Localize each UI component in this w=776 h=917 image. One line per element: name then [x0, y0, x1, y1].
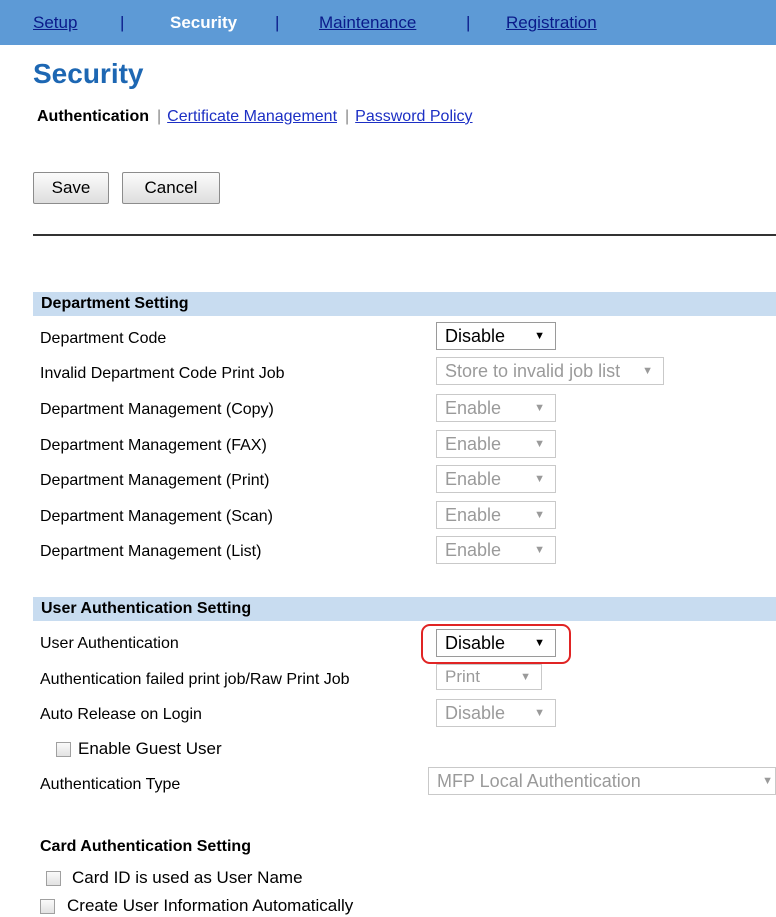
chevron-down-icon: ▼: [642, 365, 653, 377]
page-title: Security: [33, 58, 144, 89]
department-management-print-label: Department Management (Print): [40, 472, 270, 489]
auto-release-on-login-select[interactable]: Disable ▼: [436, 699, 556, 727]
subnav-separator: |: [345, 108, 350, 125]
sub-navigation: Authentication | Certificate Management | Pa…: [37, 108, 473, 126]
department-management-list-value: Enable: [445, 540, 502, 560]
nav-separator: |: [466, 13, 471, 32]
invalid-department-code-print-job-select[interactable]: Store to invalid job list ▼: [436, 357, 664, 385]
divider: [33, 234, 776, 236]
auto-release-on-login-label: Auto Release on Login: [40, 706, 202, 723]
auto-release-on-login-value: Disable: [445, 703, 506, 723]
chevron-down-icon: ▼: [534, 473, 545, 485]
chevron-down-icon: ▼: [534, 707, 545, 719]
cancel-button[interactable]: Cancel: [122, 172, 220, 204]
subnav-certificate-management-link[interactable]: Certificate Management: [167, 108, 337, 125]
department-management-fax-label: Department Management (FAX): [40, 437, 267, 454]
authentication-type-value: MFP Local Authentication: [437, 771, 641, 791]
user-authentication-setting-header: User Authentication Setting: [33, 597, 776, 621]
authentication-failed-print-job-label: Authentication failed print job/Raw Prin…: [40, 671, 350, 688]
department-management-fax-value: Enable: [445, 434, 502, 454]
card-id-user-name-checkbox[interactable]: [46, 871, 61, 886]
nav-maintenance-link[interactable]: Maintenance: [319, 12, 416, 34]
chevron-down-icon: ▼: [762, 775, 773, 787]
chevron-down-icon: ▼: [534, 544, 545, 556]
user-authentication-label: User Authentication: [40, 635, 179, 652]
enable-guest-user-label: Enable Guest User: [78, 739, 222, 758]
create-user-information-checkbox[interactable]: [40, 899, 55, 914]
department-management-list-label: Department Management (List): [40, 543, 262, 560]
department-management-copy-value: Enable: [445, 398, 502, 418]
department-management-print-select[interactable]: Enable ▼: [436, 465, 556, 493]
nav-separator: |: [275, 13, 280, 32]
department-management-fax-select[interactable]: Enable ▼: [436, 430, 556, 458]
nav-setup-link[interactable]: Setup: [33, 12, 77, 34]
department-management-copy-select[interactable]: Enable ▼: [436, 394, 556, 422]
nav-registration-link[interactable]: Registration: [506, 12, 597, 34]
card-id-user-name-label: Card ID is used as User Name: [72, 868, 303, 887]
department-management-copy-label: Department Management (Copy): [40, 401, 274, 418]
invalid-department-code-print-job-label: Invalid Department Code Print Job: [40, 365, 285, 382]
department-management-list-select[interactable]: Enable ▼: [436, 536, 556, 564]
authentication-failed-print-job-value: Print: [445, 667, 480, 686]
card-authentication-setting-header: Card Authentication Setting: [40, 838, 251, 855]
nav-separator: |: [120, 13, 125, 32]
authentication-type-label: Authentication Type: [40, 776, 181, 793]
department-setting-header: Department Setting: [33, 292, 776, 316]
invalid-department-code-print-job-value: Store to invalid job list: [445, 361, 621, 381]
department-code-value: Disable: [445, 326, 506, 346]
department-management-scan-select[interactable]: Enable ▼: [436, 501, 556, 529]
chevron-down-icon: ▼: [534, 509, 545, 521]
department-code-select[interactable]: Disable ▼: [436, 322, 556, 350]
chevron-down-icon: ▼: [520, 671, 531, 683]
department-management-scan-value: Enable: [445, 505, 502, 525]
department-code-label: Department Code: [40, 330, 167, 347]
authentication-type-select[interactable]: MFP Local Authentication ▼: [428, 767, 776, 795]
department-management-scan-label: Department Management (Scan): [40, 508, 273, 525]
chevron-down-icon: ▼: [534, 438, 545, 450]
subnav-password-policy-link[interactable]: Password Policy: [355, 108, 472, 125]
save-button[interactable]: Save: [33, 172, 109, 204]
subnav-authentication-current: Authentication: [37, 108, 149, 125]
subnav-separator: |: [157, 108, 162, 125]
highlight-outline: [421, 624, 571, 664]
department-management-print-value: Enable: [445, 469, 502, 489]
create-user-information-label: Create User Information Automatically: [67, 896, 354, 915]
chevron-down-icon: ▼: [534, 402, 545, 414]
enable-guest-user-checkbox[interactable]: [56, 742, 71, 757]
nav-security-link[interactable]: Security: [170, 12, 237, 34]
chevron-down-icon: ▼: [534, 330, 545, 342]
authentication-failed-print-job-select[interactable]: Print ▼: [436, 664, 542, 690]
top-nav-bar: Setup | Security | Maintenance | Registr…: [0, 0, 776, 45]
